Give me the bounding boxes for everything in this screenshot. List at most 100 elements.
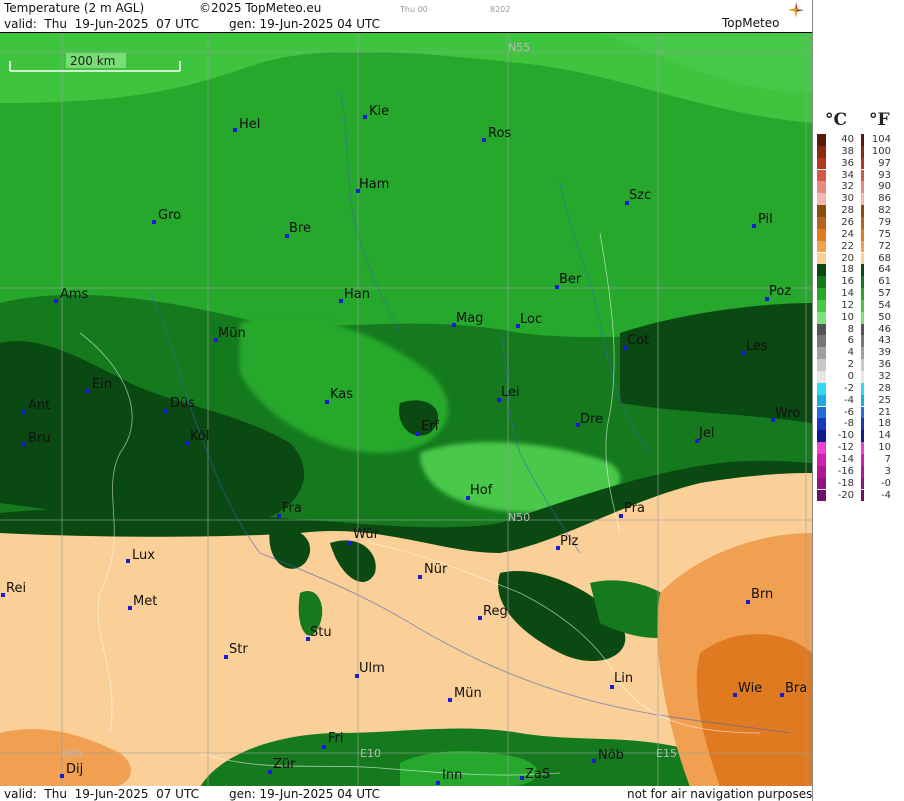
city-label-kas: Kas [330, 387, 353, 402]
city-zur[interactable]: Zür [268, 757, 296, 774]
legend-celsius-value: -16 [837, 465, 854, 477]
legend-swatch [817, 323, 826, 336]
logo-text: TopMeteo [722, 16, 780, 30]
city-szc[interactable]: Szc [625, 188, 651, 205]
legend-row: -8 18 [817, 418, 901, 431]
city-label-zas: ZaS [525, 767, 550, 782]
city-dre[interactable]: Dre [576, 412, 603, 427]
city-label-les: Les [746, 339, 768, 354]
legend-row: 2 36 [817, 359, 901, 371]
legend-celsius-value: 4 [847, 347, 854, 359]
legend-fahrenheit-value: 50 [878, 311, 891, 323]
legend-celsius-value: -4 [844, 394, 854, 406]
city-label-ber: Ber [559, 272, 582, 287]
city-ams[interactable]: Ams [54, 287, 89, 303]
city-ulm[interactable]: Ulm [355, 661, 385, 678]
legend-swatch-f [861, 252, 864, 265]
city-reg[interactable]: Reg [478, 604, 508, 620]
navigation-disclaimer: not for air navigation purposes [627, 787, 813, 801]
legend-fahrenheit-value: 100 [871, 145, 891, 157]
legend-celsius-value: -14 [837, 453, 854, 465]
city-bra[interactable]: Bra [780, 681, 807, 697]
legend-swatch-f [861, 145, 864, 158]
city-plz[interactable]: Plz [556, 534, 578, 550]
grid-label-e15: E15 [656, 747, 677, 760]
legend-celsius-value: 14 [841, 288, 854, 300]
city-label-dre: Dre [580, 412, 603, 427]
legend-fahrenheit-value: 64 [878, 264, 891, 276]
city-label-bru: Bru [28, 431, 51, 446]
legend-row: 30 86 [817, 193, 901, 206]
city-poz[interactable]: Poz [765, 284, 791, 301]
temperature-map[interactable]: N55 N50 E05 E10 E15 200 km Kie Hel Ros H… [0, 32, 812, 787]
city-label-wie: Wie [738, 681, 762, 696]
city-met[interactable]: Met [128, 594, 157, 610]
city-label-dij: Dij [66, 762, 83, 777]
city-mue[interactable]: Mün [448, 686, 482, 702]
city-ham[interactable]: Ham [356, 177, 389, 193]
legend-swatch-f [861, 264, 864, 277]
legend-swatch [817, 382, 826, 395]
city-label-lei: Lei [501, 385, 520, 400]
legend-swatch [817, 228, 826, 241]
city-hof[interactable]: Hof [466, 483, 493, 500]
legend-swatch-f [861, 205, 864, 217]
city-label-ulm: Ulm [359, 661, 385, 676]
city-label-zur: Zür [273, 757, 296, 772]
legend-row: 8 46 [817, 323, 901, 336]
city-ber[interactable]: Ber [555, 272, 582, 289]
legend-row: 10 50 [817, 311, 901, 324]
city-stu[interactable]: Stu [306, 625, 332, 641]
legend-fahrenheit-value: 97 [878, 157, 891, 169]
city-cot[interactable]: Cot [623, 333, 649, 350]
legend-celsius-value: -20 [837, 489, 854, 501]
legend-row: 38 100 [817, 145, 901, 158]
city-label-mun: Mün [218, 326, 246, 341]
city-label-pil: Pil [758, 212, 773, 227]
city-label-nob: Nöb [598, 748, 624, 763]
legend-swatch [817, 406, 826, 419]
city-label-wur: Wür [353, 527, 380, 542]
city-label-mag: Mag [456, 311, 483, 326]
city-zas[interactable]: ZaS [520, 767, 550, 782]
legend-celsius-value: 10 [841, 311, 854, 323]
legend-celsius-value: 6 [847, 335, 854, 347]
legend-row: -10 14 [817, 430, 901, 443]
city-mag[interactable]: Mag [452, 311, 483, 327]
legend-swatch [817, 193, 826, 206]
legend-fahrenheit-value: 82 [878, 205, 891, 217]
city-kas[interactable]: Kas [325, 387, 353, 404]
city-brn[interactable]: Brn [746, 587, 773, 604]
city-label-kie: Kie [369, 104, 389, 119]
legend-swatch-f [861, 489, 864, 502]
legend-fahrenheit-value: 43 [878, 335, 891, 347]
legend-celsius-value: 16 [841, 276, 854, 288]
city-wie[interactable]: Wie [733, 681, 762, 697]
legend-swatch-f [861, 240, 864, 253]
city-bre[interactable]: Bre [285, 221, 311, 238]
city-label-str: Str [229, 642, 248, 657]
city-les[interactable]: Les [741, 339, 768, 355]
topmeteo-logo[interactable]: TopMeteo [722, 2, 812, 32]
legend-swatch-f [861, 181, 864, 194]
map-canvas: N55 N50 E05 E10 E15 200 km Kie Hel Ros H… [0, 33, 812, 787]
city-han[interactable]: Han [339, 287, 370, 303]
city-label-jel: Jel [698, 426, 714, 441]
city-mun[interactable]: Mün [214, 326, 246, 342]
legend-row: 6 43 [817, 335, 901, 348]
legend-fahrenheit-value: 72 [878, 240, 891, 252]
city-lei[interactable]: Lei [497, 385, 520, 402]
city-loc[interactable]: Loc [516, 312, 542, 328]
legend-celsius-value: -10 [837, 430, 854, 442]
legend-swatch [817, 465, 826, 478]
legend-row: -2 28 [817, 382, 901, 395]
legend-row: 32 90 [817, 181, 901, 194]
city-label-ein: Ein [92, 377, 112, 392]
city-wro[interactable]: Wro [771, 406, 800, 422]
legend-row: 20 68 [817, 252, 901, 265]
legend-fahrenheit-value: 28 [878, 382, 891, 394]
legend-row: -20 -4 [817, 489, 901, 502]
grid-label-e10: E10 [360, 747, 381, 760]
legend-swatch [817, 335, 826, 348]
map-header: Temperature (2 m AGL) ©2025 TopMeteo.eu … [0, 0, 812, 32]
